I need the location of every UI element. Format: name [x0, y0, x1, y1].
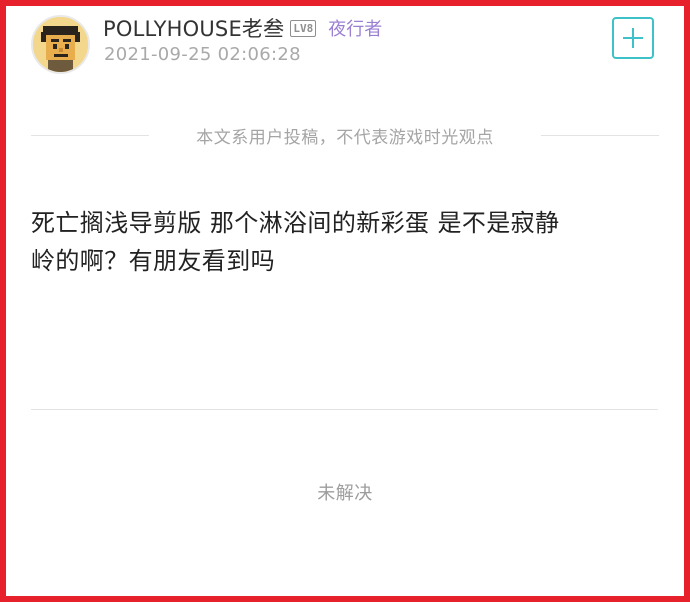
level-badge: LV8: [290, 19, 317, 37]
content-divider: [31, 409, 658, 410]
post-timestamp: 2021-09-25 02:06:28: [104, 44, 301, 65]
post-text-line: 岭的啊？有朋友看到吗: [31, 247, 275, 275]
username[interactable]: POLLYHOUSE老叁: [103, 13, 284, 43]
plus-icon: [623, 28, 643, 48]
user-title: 夜行者: [328, 19, 383, 40]
post-card: POLLYHOUSE老叁 LV8 夜行者 2021-09-25 02:06:28…: [0, 0, 690, 602]
author-info: POLLYHOUSE老叁 LV8 夜行者: [103, 14, 382, 42]
follow-button[interactable]: [612, 17, 654, 59]
question-status: 未解决: [317, 483, 373, 504]
post-text-line: 死亡搁浅导剪版 那个淋浴间的新彩蛋 是不是寂静: [31, 209, 560, 237]
post-content: 死亡搁浅导剪版 那个淋浴间的新彩蛋 是不是寂静 岭的啊？有朋友看到吗: [31, 204, 651, 280]
pixel-avatar-icon: [33, 17, 88, 72]
user-avatar[interactable]: [31, 15, 90, 74]
disclaimer-rule-right: [541, 135, 659, 136]
